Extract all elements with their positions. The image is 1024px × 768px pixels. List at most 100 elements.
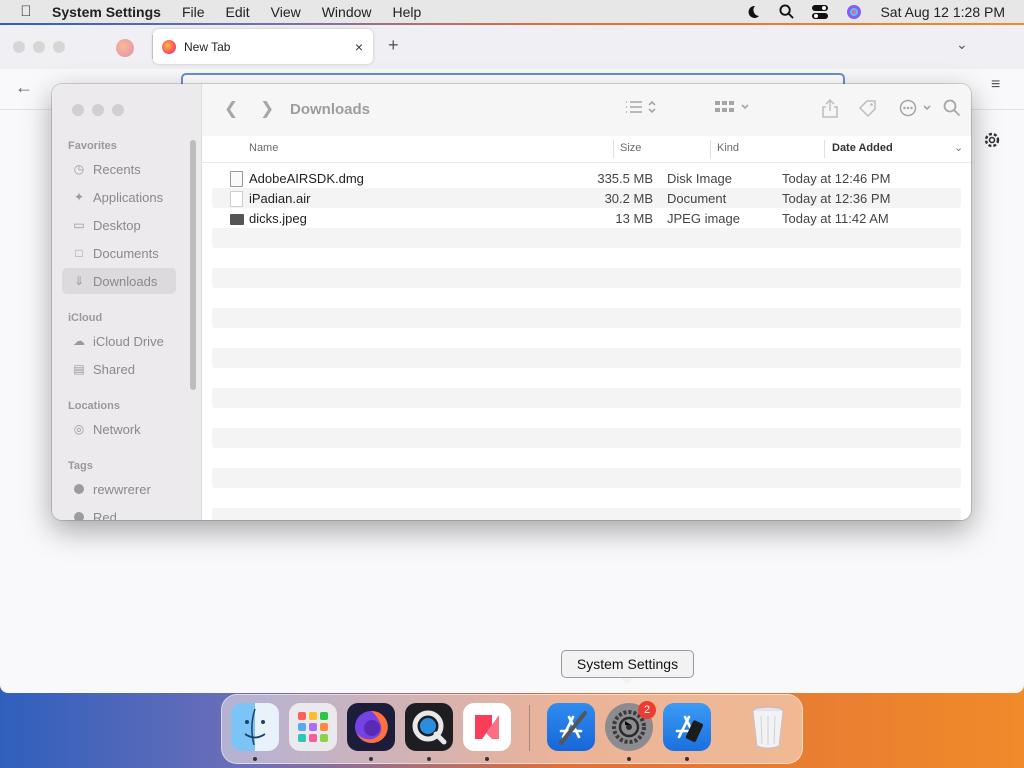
empty-row [212,448,961,468]
menu-edit[interactable]: Edit [226,4,250,20]
file-name: iPadian.air [249,191,311,206]
sidebar-item-label: Desktop [93,217,141,233]
file-kind: JPEG image [667,211,740,226]
empty-row [212,288,961,308]
column-divider[interactable] [824,140,825,158]
sidebar-tag-rewwrerer[interactable]: rewwrerer [62,476,176,502]
sidebar-section-locations: Locations [68,400,120,412]
table-row[interactable]: AdobeAIRSDK.dmg 335.5 MB Disk Image Toda… [212,168,961,188]
search-icon[interactable] [943,99,961,122]
dock-separator [529,705,530,751]
empty-row [212,308,961,328]
minimize-window-button[interactable] [33,41,45,53]
sidebar-item-recents[interactable]: ◷ Recents [62,156,176,182]
xcode-app-icon[interactable] [547,703,595,751]
apple-menu-icon[interactable]:  [0,3,52,20]
running-indicator [485,757,489,761]
document-icon: □ [75,246,83,260]
new-tab-button[interactable]: + [388,35,399,56]
table-row[interactable]: dicks.jpeg 13 MB JPEG image Today at 11:… [212,208,961,228]
sidebar-item-shared[interactable]: ▤ Shared [62,356,176,382]
tag-icon[interactable] [858,99,878,124]
group-grid-icon[interactable] [714,99,750,120]
file-size: 13 MB [615,211,653,226]
back-chevron-icon[interactable]: ❮ [224,99,238,119]
column-kind[interactable]: Kind [717,142,739,154]
column-divider[interactable] [613,140,614,158]
launchpad-app-icon[interactable] [289,703,337,751]
simulator-app-icon[interactable] [663,703,711,751]
list-all-tabs-icon[interactable]: ⌄ [956,36,968,53]
sidebar-item-label: iCloud Drive [93,333,164,349]
back-button[interactable]: ← [15,77,33,98]
sidebar-item-label: Recents [93,161,141,177]
running-indicator [427,757,431,761]
shared-folder-icon: ▤ [73,362,85,376]
tag-dot-icon [74,484,84,494]
sidebar-item-network[interactable]: ◎ Network [62,416,176,442]
sidebar-scrollbar[interactable] [190,140,196,390]
cloud-icon: ☁ [73,334,85,348]
firefox-favicon-icon [162,39,176,54]
sidebar-item-label: Applications [93,189,164,205]
focus-moon-icon[interactable] [745,4,761,20]
forward-chevron-icon[interactable]: ❯ [260,99,274,119]
newtab-settings-gear-icon[interactable] [983,131,1001,154]
menubar-clock[interactable]: Sat Aug 12 1:28 PM [880,4,1005,20]
sidebar-tag-red[interactable]: Red [62,504,176,520]
firefox-app-icon[interactable] [347,703,395,751]
control-center-icon[interactable] [812,4,829,19]
list-view-icon[interactable] [624,99,656,120]
finder-sidebar: Favorites ◷ Recents ✦ Applications ▭ Des… [52,84,202,520]
menu-help[interactable]: Help [393,4,422,20]
spotlight-search-icon[interactable] [779,4,795,19]
sidebar-item-desktop[interactable]: ▭ Desktop [62,212,176,238]
file-size: 30.2 MB [604,191,653,206]
news-app-icon[interactable] [463,703,511,751]
globe-icon: ◎ [73,422,85,436]
finder-app-icon[interactable] [231,703,279,751]
empty-row [212,328,961,348]
finder-close-button[interactable] [72,104,84,116]
trash-app-icon[interactable] [744,703,792,751]
file-size: 335.5 MB [597,171,653,186]
close-window-button[interactable] [13,41,25,53]
menu-window[interactable]: Window [322,4,372,20]
more-actions-icon[interactable] [899,99,935,122]
table-row[interactable]: iPadian.air 30.2 MB Document Today at 12… [212,188,961,208]
menu-file[interactable]: File [182,4,205,20]
empty-row [212,348,961,368]
column-date-added[interactable]: Date Added [832,142,893,154]
download-circle-icon: ⇓ [73,274,85,288]
zoom-window-button[interactable] [53,41,65,53]
file-date-added: Today at 11:42 AM [782,211,889,226]
running-indicator [627,757,631,761]
column-divider[interactable] [710,140,711,158]
finder-window-controls [72,104,124,116]
sort-chevron-down-icon[interactable]: ⌄ [954,141,963,154]
tab-close-icon[interactable]: × [349,39,369,55]
menu-app-name[interactable]: System Settings [52,4,161,20]
finder-zoom-button[interactable] [112,104,124,116]
clock-icon: ◷ [73,162,85,176]
empty-row [212,388,961,408]
menu-view[interactable]: View [271,4,301,20]
siri-icon[interactable] [846,4,862,20]
tab-bar: New Tab × + ⌄ [0,25,1024,69]
sidebar-item-documents[interactable]: □ Documents [62,240,176,266]
finder-minimize-button[interactable] [92,104,104,116]
sidebar-item-label: Downloads [93,273,158,289]
quicktime-app-icon[interactable] [405,703,453,751]
tab-new-tab[interactable]: New Tab × [153,29,373,64]
column-size[interactable]: Size [620,142,641,154]
sidebar-item-icloud-drive[interactable]: ☁ iCloud Drive [62,328,176,354]
sidebar-item-applications[interactable]: ✦ Applications [62,184,176,210]
empty-row [212,508,961,520]
pinned-tab-icon[interactable] [116,39,134,57]
column-name[interactable]: Name [249,142,278,154]
app-menu-button[interactable]: ≡ [991,76,1000,94]
notification-badge: 2 [638,701,656,719]
sidebar-item-label: Shared [93,361,135,377]
share-icon[interactable] [821,98,839,124]
sidebar-item-downloads[interactable]: ⇓ Downloads [62,268,176,294]
